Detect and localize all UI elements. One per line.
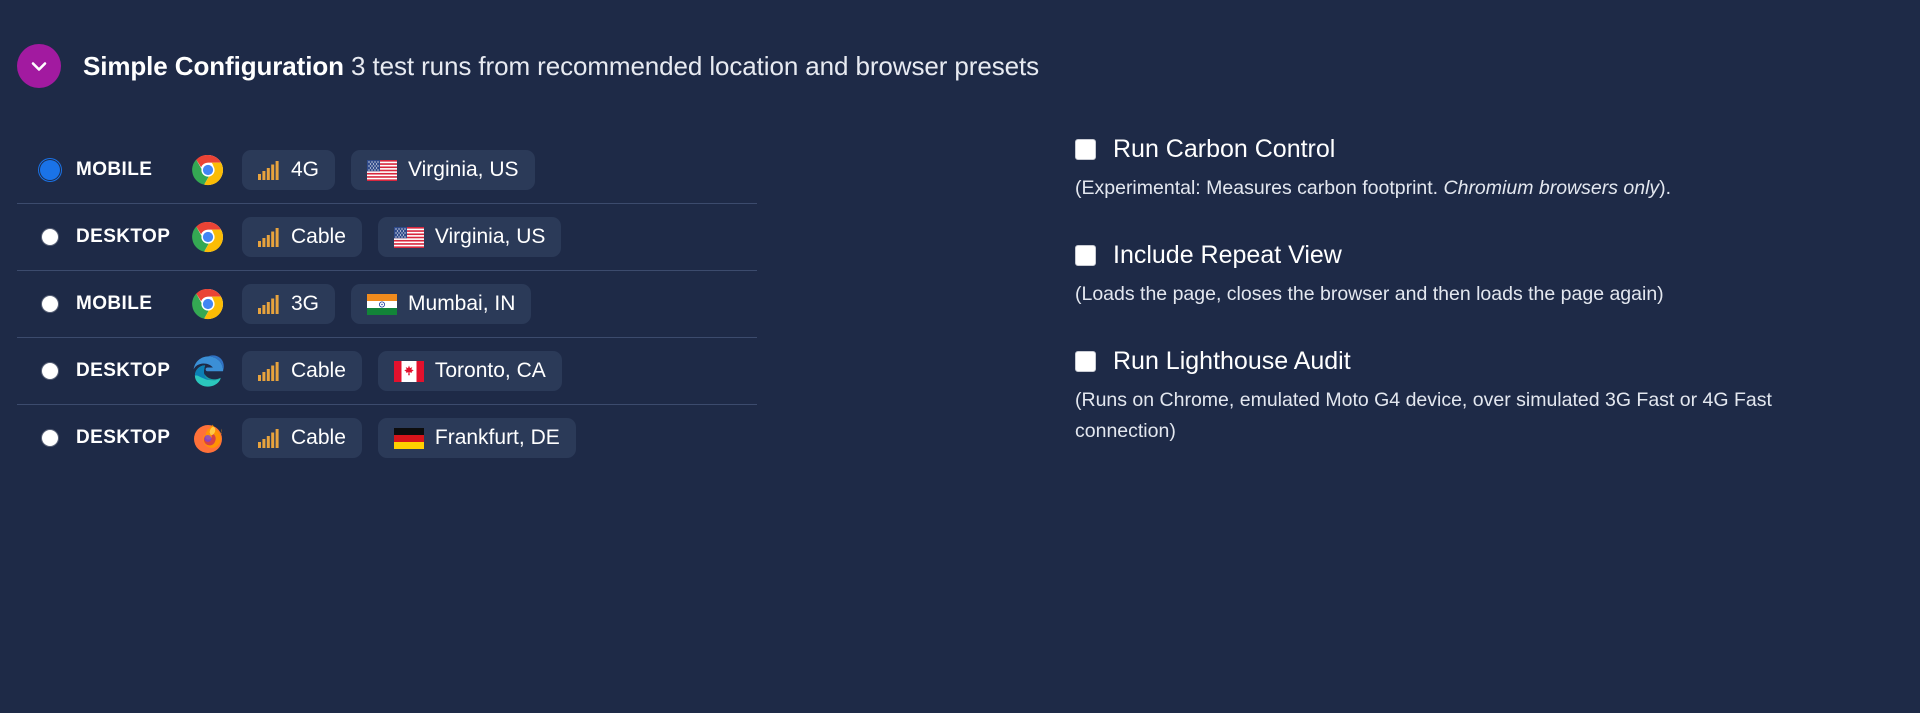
panel-body: MOBILE 4G Virginia, US DESKTOP Cable Vir… <box>0 92 1920 486</box>
chrome-icon <box>192 154 224 186</box>
preset-device-label: MOBILE <box>76 159 153 180</box>
flag-in-icon <box>367 293 398 315</box>
preset-device-label: DESKTOP <box>76 360 171 381</box>
chevron-down-icon <box>26 53 52 79</box>
preset-radio[interactable] <box>42 296 58 312</box>
preset-radio[interactable] <box>42 229 58 245</box>
signal-bars-icon <box>258 361 280 381</box>
preset-list: MOBILE 4G Virginia, US DESKTOP Cable Vir… <box>0 137 790 486</box>
preset-connection-pill[interactable]: Cable <box>242 418 362 458</box>
flag-de-icon <box>393 427 424 449</box>
preset-location-label: Mumbai, IN <box>408 292 516 315</box>
preset-connection-pill[interactable]: Cable <box>242 217 362 257</box>
option-description-pre: (Runs on Chrome, emulated Moto G4 device… <box>1075 389 1772 442</box>
chrome-icon <box>192 288 224 320</box>
repeat-view-checkbox[interactable] <box>1075 245 1096 267</box>
preset-row[interactable]: DESKTOP <box>0 204 790 270</box>
collapse-toggle-button[interactable] <box>17 44 61 88</box>
option-header[interactable]: Include Repeat View <box>1075 243 1920 268</box>
option-title: Run Lighthouse Audit <box>1113 347 1351 376</box>
simple-configuration-panel: { "header": { "chevron_icon": "chevron-d… <box>0 0 1920 713</box>
options-list: Run Carbon Control (Experimental: Measur… <box>790 137 1920 486</box>
signal-bars-icon <box>258 428 280 448</box>
option-title: Run Carbon Control <box>1113 135 1336 163</box>
option-header[interactable]: Run Carbon Control <box>1075 137 1920 162</box>
chrome-icon <box>192 221 224 253</box>
preset-row[interactable]: DESKTOP <box>0 338 790 404</box>
signal-bars-icon <box>258 227 280 247</box>
carbon-control-checkbox[interactable] <box>1075 139 1096 160</box>
option-header[interactable]: Run Lighthouse Audit <box>1075 349 1920 374</box>
preset-radio[interactable] <box>42 162 58 178</box>
flag-ca-icon <box>393 360 424 382</box>
preset-connection-pill[interactable]: 4G <box>242 150 336 190</box>
preset-radio[interactable] <box>42 430 58 446</box>
preset-connection-pill[interactable]: Cable <box>242 351 362 391</box>
option-description: (Experimental: Measures carbon footprint… <box>1075 173 1865 203</box>
option-run-carbon-control: Run Carbon Control (Experimental: Measur… <box>1075 137 1920 203</box>
preset-connection-label: Cable <box>291 426 346 449</box>
preset-location-label: Frankfurt, DE <box>434 426 560 449</box>
preset-row[interactable]: MOBILE <box>0 271 790 337</box>
panel-subtitle: 3 test runs from recommended location an… <box>343 50 1039 81</box>
firefox-icon <box>192 422 224 454</box>
option-description-post: ). <box>1659 177 1672 199</box>
flag-us-icon <box>393 226 424 248</box>
preset-location-pill[interactable]: Frankfurt, DE <box>377 418 576 458</box>
preset-device-label: DESKTOP <box>76 226 171 247</box>
option-description: (Runs on Chrome, emulated Moto G4 device… <box>1075 385 1865 445</box>
panel-header: Simple Configuration 3 test runs from re… <box>0 0 1920 92</box>
preset-location-label: Toronto, CA <box>434 359 546 382</box>
preset-row[interactable]: DESKTOP <box>0 405 790 471</box>
preset-location-pill[interactable]: Mumbai, IN <box>351 284 532 324</box>
lighthouse-audit-checkbox[interactable] <box>1075 351 1096 373</box>
option-run-lighthouse-audit: Run Lighthouse Audit (Runs on Chrome, em… <box>1075 349 1920 445</box>
flag-us-icon <box>367 159 398 181</box>
option-description: (Loads the page, closes the browser and … <box>1075 279 1865 309</box>
preset-connection-label: Cable <box>291 359 346 382</box>
preset-row[interactable]: MOBILE <box>0 137 790 203</box>
option-description-pre: (Loads the page, closes the browser and … <box>1075 283 1664 306</box>
preset-connection-label: Cable <box>291 225 346 248</box>
option-description-pre: (Experimental: Measures carbon footprint… <box>1075 177 1444 199</box>
edge-icon <box>192 355 224 387</box>
signal-bars-icon <box>258 160 280 180</box>
preset-device-label: MOBILE <box>76 293 153 314</box>
preset-connection-pill[interactable]: 3G <box>242 284 336 324</box>
option-title: Include Repeat View <box>1113 241 1342 270</box>
preset-connection-label: 4G <box>291 158 320 181</box>
preset-location-label: Virginia, US <box>408 158 519 181</box>
signal-bars-icon <box>258 294 280 314</box>
preset-location-label: Virginia, US <box>434 225 546 248</box>
preset-connection-label: 3G <box>291 292 320 315</box>
preset-location-pill[interactable]: Virginia, US <box>351 150 535 190</box>
option-include-repeat-view: Include Repeat View (Loads the page, clo… <box>1075 243 1920 309</box>
option-description-emphasis: Chromium browsers only <box>1443 177 1660 199</box>
preset-device-label: DESKTOP <box>76 427 171 448</box>
page-title: Simple Configuration 3 test runs from re… <box>83 50 1039 81</box>
preset-location-pill[interactable]: Toronto, CA <box>377 351 562 391</box>
panel-title: Simple Configuration <box>83 50 344 81</box>
preset-radio[interactable] <box>42 363 58 379</box>
preset-location-pill[interactable]: Virginia, US <box>377 217 562 257</box>
